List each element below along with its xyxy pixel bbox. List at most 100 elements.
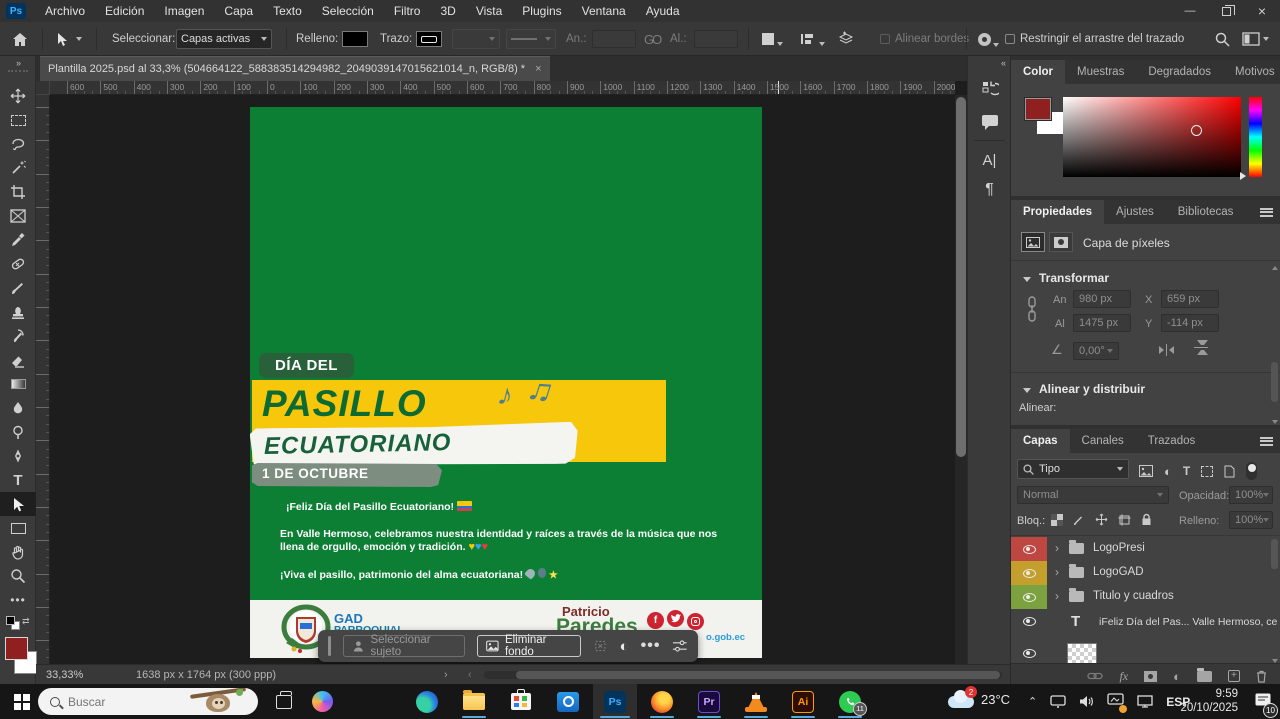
layer-effects-icon[interactable]: fx [1119,669,1128,684]
crop-tool[interactable] [0,180,36,204]
paragraph-panel-button[interactable]: ¶ [973,176,1006,204]
hand-tool[interactable] [0,540,36,564]
menu-imagen[interactable]: Imagen [154,0,214,22]
search-button[interactable] [1215,22,1230,56]
lock-transparency-icon[interactable] [1051,514,1063,526]
gradient-tool[interactable] [0,372,36,396]
status-arrow-icon[interactable]: › [444,669,448,681]
swap-colors-icon[interactable]: ⇄ [22,616,30,627]
history-panel-button[interactable] [973,74,1006,102]
weather-widget[interactable]: 2 23°C [948,690,1010,708]
menu-seleccion[interactable]: Selección [312,0,384,22]
outlook-icon[interactable] [546,684,590,719]
poster-document[interactable]: DÍA DEL PASILLO ♪ ♫ ECUATORIANO 1 DE OCT… [250,107,762,658]
comments-panel-button[interactable] [973,106,1006,134]
color-field[interactable] [1063,97,1241,177]
marquee-tool[interactable] [0,108,36,132]
menu-edicion[interactable]: Edición [95,0,154,22]
dock-expand-icon[interactable]: « [1001,58,1005,68]
filter-shape-icon[interactable] [1201,466,1213,477]
history-brush-tool[interactable] [0,324,36,348]
flip-horizontal-icon[interactable] [1159,344,1174,356]
minimize-button[interactable]: — [1172,0,1208,22]
document-tab[interactable]: Plantilla 2025.psd al 33,3% (504664122_5… [40,56,550,81]
type-tool[interactable]: T [0,468,36,492]
tab-color[interactable]: Color [1011,60,1065,84]
taskbar-search[interactable] [38,688,258,715]
transform-section-header[interactable]: Transformar [1023,269,1109,287]
new-group-icon[interactable] [1197,671,1212,682]
filter-pixel-icon[interactable] [1139,465,1153,477]
premiere-icon[interactable]: Pr [687,684,731,719]
close-button[interactable]: × [1244,0,1280,22]
align-section-header[interactable]: Alinear y distribuir [1023,380,1145,398]
photoshop-taskbar-icon[interactable]: Ps [593,684,637,719]
expand-group-icon[interactable]: › [1055,541,1059,555]
filter-adjustment-icon[interactable]: ◐ [1164,464,1172,479]
properties-sliders-icon[interactable] [672,639,688,653]
tab-trazados[interactable]: Trazados [1136,429,1208,453]
vlc-icon[interactable] [734,684,778,719]
expand-group-icon[interactable]: › [1055,565,1059,579]
quick-selection-tool[interactable] [0,156,36,180]
restore-button[interactable] [1208,0,1244,22]
layer-row[interactable]: T iFeliz Día del Pas... Valle Hermoso, c… [1011,609,1280,637]
layer-row-partial[interactable] [1011,641,1280,663]
blur-tool[interactable] [0,396,36,420]
edit-toolbar-button[interactable]: ••• [0,588,36,612]
tab-canales[interactable]: Canales [1070,429,1136,453]
mask-icon[interactable] [1049,232,1073,252]
tab-degradados[interactable]: Degradados [1136,60,1223,84]
fill-swatch[interactable] [342,31,368,47]
layer-name[interactable]: Titulo y cuadros [1093,590,1174,602]
filter-type-icon[interactable]: T [1183,464,1190,478]
menu-vista[interactable]: Vista [466,0,512,22]
brush-tool[interactable] [0,276,36,300]
menu-texto[interactable]: Texto [263,0,312,22]
pixel-layer-icon[interactable] [1021,232,1045,252]
visibility-toggle[interactable] [1011,585,1047,609]
tab-capas[interactable]: Capas [1011,429,1070,453]
color-swatch-pair[interactable] [1025,98,1063,134]
layer-name[interactable]: iFeliz Día del Pas... Valle Hermoso, ce [1099,616,1277,628]
eraser-tool[interactable] [0,348,36,372]
display-icon[interactable] [1107,693,1124,711]
foreground-color-swatch[interactable] [5,637,28,660]
contextual-task-bar[interactable]: Seleccionar sujeto Eliminar fondo ◐ ••• [318,630,698,662]
healing-brush-tool[interactable] [0,252,36,276]
new-adjustment-icon[interactable]: ◐ [1173,669,1181,684]
network-icon[interactable] [1137,695,1153,708]
expand-group-icon[interactable]: › [1055,589,1059,603]
link-layers-icon[interactable] [1087,671,1103,681]
canvas-area[interactable]: DÍA DEL PASILLO ♪ ♫ ECUATORIANO 1 DE OCT… [50,95,955,664]
properties-scrollbar[interactable] [1271,266,1279,424]
delete-layer-icon[interactable] [1256,670,1267,683]
dodge-tool[interactable] [0,420,36,444]
lasso-tool[interactable] [0,132,36,156]
adjustments-icon[interactable]: ◐ [620,638,629,655]
visibility-toggle[interactable] [1011,537,1047,561]
layer-row[interactable]: › LogoPresi [1011,537,1280,561]
panel-menu-icon[interactable] [1260,208,1273,217]
copilot-icon[interactable] [300,684,344,719]
layers-scrollbar[interactable] [1271,537,1279,663]
speaker-icon[interactable] [1079,695,1094,708]
visibility-toggle[interactable] [1011,609,1047,633]
home-button[interactable] [12,22,28,56]
default-colors-icon[interactable] [6,616,20,630]
select-mode-dropdown[interactable]: Capas activas [176,29,272,49]
menu-plugins[interactable]: Plugins [512,0,571,22]
edge-icon[interactable] [405,684,449,719]
eyedropper-tool[interactable] [0,228,36,252]
tab-propiedades[interactable]: Propiedades [1011,200,1104,224]
path-arrangement-button[interactable] [838,22,855,56]
stroke-swatch[interactable] [416,31,442,47]
menu-ayuda[interactable]: Ayuda [636,0,690,22]
menu-capa[interactable]: Capa [214,0,263,22]
microsoft-store-icon[interactable] [499,684,543,719]
menu-3d[interactable]: 3D [430,0,465,22]
tab-close-icon[interactable]: × [535,63,541,75]
cast-icon[interactable] [1050,695,1066,708]
hue-slider[interactable] [1249,97,1262,177]
canvas-vertical-scrollbar[interactable] [955,95,967,664]
